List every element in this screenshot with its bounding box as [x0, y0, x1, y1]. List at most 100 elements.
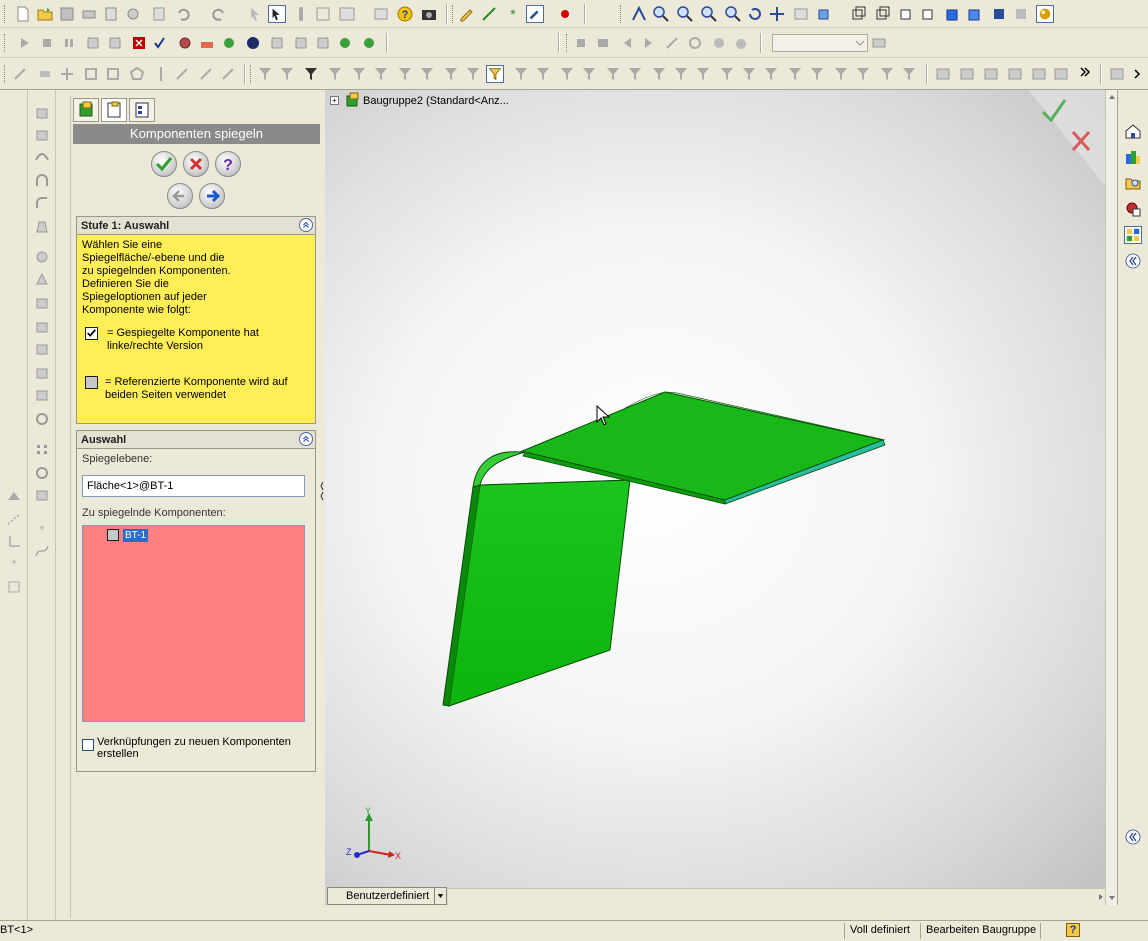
- simulation-icon[interactable]: [664, 34, 682, 52]
- part-model-bt1[interactable]: [325, 90, 1108, 905]
- sweep-icon[interactable]: [34, 150, 50, 164]
- collapse-icon[interactable]: [299, 432, 313, 446]
- filter-components-icon[interactable]: [854, 65, 872, 83]
- rotate-view-icon[interactable]: [746, 5, 764, 23]
- filter-mid-icon[interactable]: [786, 65, 804, 83]
- smart-dimension-icon[interactable]: [12, 65, 30, 83]
- hole-wizard-icon[interactable]: [34, 296, 50, 310]
- rectangle-icon[interactable]: [104, 65, 122, 83]
- graphics-area[interactable]: + Baugruppe2 (Standard<Anz... Y X Z: [325, 90, 1108, 905]
- save-block-icon[interactable]: [1030, 65, 1048, 83]
- polygon-icon[interactable]: [128, 65, 146, 83]
- fillet-feature-icon[interactable]: [34, 196, 50, 210]
- draft-icon[interactable]: [34, 220, 50, 234]
- pause-icon[interactable]: [60, 34, 78, 52]
- shell-icon[interactable]: [34, 250, 50, 264]
- toolbar-grip[interactable]: [4, 65, 7, 83]
- zoom-to-fit-icon[interactable]: [652, 5, 670, 23]
- forward-icon[interactable]: [640, 34, 658, 52]
- smart-fasteners-icon[interactable]: [220, 34, 238, 52]
- options-icon[interactable]: [372, 5, 390, 23]
- appearance-icon[interactable]: [1036, 5, 1054, 23]
- realview-icon[interactable]: [1012, 5, 1030, 23]
- next-button[interactable]: [199, 183, 225, 209]
- wireframe-icon[interactable]: [850, 5, 868, 23]
- revolve-icon[interactable]: [34, 128, 50, 142]
- curves-icon[interactable]: [34, 544, 50, 558]
- filter-axes-icon[interactable]: [372, 65, 390, 83]
- redo-icon[interactable]: [210, 5, 228, 23]
- camera-sled-icon[interactable]: [176, 34, 194, 52]
- new-document-icon[interactable]: [14, 5, 32, 23]
- grid-icon[interactable]: [314, 5, 332, 23]
- mirror-plane-field[interactable]: Fläche<1>@BT-1: [82, 475, 305, 497]
- animation-icon[interactable]: [594, 34, 612, 52]
- collapse-pane-icon[interactable]: [1124, 252, 1142, 270]
- toolbar-grip[interactable]: [4, 5, 7, 23]
- select-arrow-icon[interactable]: [246, 5, 264, 23]
- cancel-button[interactable]: [183, 151, 209, 177]
- rebuild-icon[interactable]: [124, 5, 142, 23]
- open-folder-icon[interactable]: [36, 5, 54, 23]
- extrude-icon[interactable]: [34, 106, 50, 120]
- toolbar-grip[interactable]: [250, 65, 253, 83]
- motion-study-icon[interactable]: [244, 34, 262, 52]
- measure-icon[interactable]: [292, 5, 310, 23]
- filter-gtol-icon[interactable]: [558, 65, 576, 83]
- view-palette-icon[interactable]: [1124, 226, 1142, 244]
- spring-icon[interactable]: [686, 34, 704, 52]
- extra-tool-icon[interactable]: [1108, 65, 1126, 83]
- filter-planes-icon[interactable]: [396, 65, 414, 83]
- hidden-lines-visible-icon[interactable]: [874, 5, 892, 23]
- zoom-in-out-icon[interactable]: [700, 5, 718, 23]
- shaded-with-edges-icon[interactable]: [920, 5, 938, 23]
- filter-routing-icon[interactable]: [762, 65, 780, 83]
- shaded-icon[interactable]: [944, 5, 962, 23]
- toolbar-grip[interactable]: [452, 5, 455, 23]
- trim-icon[interactable]: [58, 65, 76, 83]
- section-view-icon[interactable]: [990, 5, 1008, 23]
- filter-sketch-icon[interactable]: [418, 65, 436, 83]
- filter-centermarks-icon[interactable]: [464, 65, 482, 83]
- move-component-icon[interactable]: [314, 34, 332, 52]
- sketch-line-icon[interactable]: [6, 512, 22, 526]
- filter-notes-icon[interactable]: [534, 65, 552, 83]
- contact-icon[interactable]: [710, 34, 728, 52]
- coordinate-system-icon[interactable]: [6, 580, 22, 594]
- insert-component-icon[interactable]: [84, 34, 102, 52]
- rewind-icon[interactable]: [618, 34, 636, 52]
- filter-cosmetic-icon[interactable]: [718, 65, 736, 83]
- filter-clear-icon[interactable]: [900, 65, 918, 83]
- pencil-sketch-icon[interactable]: [458, 5, 476, 23]
- help-button[interactable]: ?: [215, 151, 241, 177]
- loft-icon[interactable]: [34, 174, 50, 188]
- point-icon[interactable]: *: [504, 5, 522, 23]
- component-pattern-icon[interactable]: [268, 34, 286, 52]
- tab-feature-manager[interactable]: [73, 98, 99, 122]
- print-preview-icon[interactable]: [102, 5, 120, 23]
- zoom-selection-icon[interactable]: [724, 5, 742, 23]
- offset-icon[interactable]: [82, 65, 100, 83]
- axis-icon[interactable]: [6, 534, 22, 548]
- file-properties-icon[interactable]: [150, 5, 168, 23]
- mirror-entities-icon[interactable]: [152, 65, 170, 83]
- tab-property-manager[interactable]: [101, 98, 127, 122]
- tab-configuration-manager[interactable]: [129, 98, 155, 122]
- component-checkbox[interactable]: [107, 529, 119, 541]
- group-header-step1[interactable]: Stufe 1: Auswahl: [77, 217, 315, 235]
- shadows-icon[interactable]: [966, 5, 984, 23]
- edit-sketch-icon[interactable]: [526, 5, 544, 23]
- filter-dowel-icon[interactable]: [740, 65, 758, 83]
- configuration-dropdown[interactable]: [772, 34, 868, 52]
- scroll-up-icon[interactable]: [1107, 92, 1117, 102]
- toolbar-grip[interactable]: [566, 34, 569, 52]
- horizontal-scrollbar[interactable]: [448, 888, 1108, 905]
- group-header-selection[interactable]: Auswahl: [77, 431, 315, 449]
- convert-entities-icon[interactable]: [220, 65, 238, 83]
- scroll-down-icon[interactable]: [1107, 893, 1117, 903]
- toolbar-grip[interactable]: [4, 34, 7, 52]
- print-icon[interactable]: [80, 5, 98, 23]
- rib-icon[interactable]: [34, 272, 50, 286]
- filter-points-icon[interactable]: [442, 65, 460, 83]
- mate-icon[interactable]: [106, 34, 124, 52]
